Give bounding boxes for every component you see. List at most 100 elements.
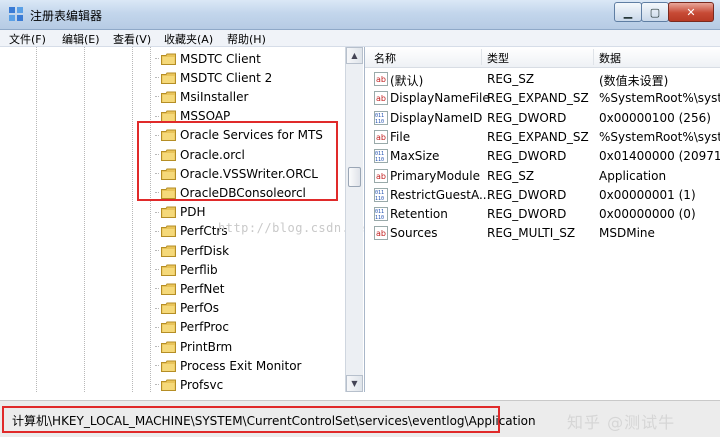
- value-row[interactable]: 011 110 Retention REG_DWORD 0x00000000 (0): [365, 205, 720, 224]
- value-row[interactable]: ab DisplayNameFile REG_EXPAND_SZ %SystemRoo…: [365, 89, 720, 108]
- binary-value-icon: 011110: [374, 149, 388, 164]
- value-name: Retention: [390, 207, 448, 222]
- value-data: 0x01400000 (209715: [599, 149, 720, 164]
- tree-item[interactable]: Oracle.VSSWriter.ORCL: [155, 164, 318, 183]
- value-row[interactable]: ab PrimaryModule REG_SZ Application: [365, 167, 720, 186]
- tree-connector: [155, 346, 159, 347]
- status-path: 计算机\HKEY_LOCAL_MACHINE\SYSTEM\CurrentCon…: [12, 414, 536, 428]
- value-name: PrimaryModule: [390, 168, 481, 183]
- tree-connector: [155, 77, 159, 79]
- binary-value-icon: 011110: [374, 207, 388, 222]
- menu-help[interactable]: 帮助(H): [227, 31, 266, 47]
- value-type: REG_EXPAND_SZ: [487, 91, 589, 106]
- tree-connector: [155, 384, 159, 386]
- title-bar: 注册表编辑器 ▁ ▢ ✕: [0, 0, 720, 30]
- tree-item[interactable]: PerfNet: [155, 279, 224, 298]
- value-row[interactable]: ab File REG_EXPAND_SZ %SystemRoot%\syst: [365, 128, 720, 147]
- tree-guide-line: [36, 47, 37, 392]
- value-row[interactable]: 011 110 DisplayNameID REG_DWORD 0x00000100 (…: [365, 109, 720, 128]
- tree-item-label: Process Exit Monitor: [180, 358, 302, 373]
- tree-item[interactable]: Perflib: [155, 260, 218, 279]
- svg-text:110: 110: [375, 157, 384, 163]
- tree-item-label: PerfProc: [180, 320, 229, 335]
- folder-icon: [161, 110, 176, 123]
- maximize-button[interactable]: ▢: [641, 2, 669, 22]
- tree-connector: [155, 230, 159, 232]
- value-type: REG_DWORD: [487, 187, 567, 202]
- folder-icon: [161, 264, 176, 276]
- folder-icon: [161, 72, 176, 84]
- close-button[interactable]: ✕: [668, 2, 714, 22]
- value-data: 0x00000001 (1): [599, 187, 696, 202]
- folder-icon: [161, 225, 176, 238]
- tree-connector: [155, 115, 159, 117]
- minimize-button[interactable]: ▁: [614, 2, 642, 22]
- tree-connector: [155, 96, 159, 98]
- tree-item-label: PrintBrm: [180, 339, 233, 354]
- tree-item[interactable]: PerfCtrs: [155, 222, 228, 241]
- tree-item[interactable]: Oracle Services for MTS: [155, 126, 323, 145]
- tree-item-label: OracleDBConsoleorcl: [180, 185, 306, 200]
- scroll-thumb[interactable]: [348, 167, 361, 187]
- tree-item[interactable]: MSDTC Client 2: [155, 68, 272, 87]
- tree-item[interactable]: MSDTC Client: [155, 49, 261, 68]
- scroll-up-button[interactable]: ▲: [346, 47, 363, 64]
- menu-view[interactable]: 查看(V): [113, 31, 151, 47]
- tree-item[interactable]: Oracle.orcl: [155, 145, 245, 164]
- column-name[interactable]: 名称: [374, 50, 396, 66]
- folder-icon: [161, 187, 176, 199]
- svg-text:ab: ab: [376, 94, 386, 103]
- svg-text:110: 110: [375, 196, 384, 202]
- value-type: REG_DWORD: [487, 110, 567, 125]
- tree-item-label: Perflib: [180, 262, 218, 277]
- value-row[interactable]: ab (默认) REG_SZ (数值未设置): [365, 70, 720, 89]
- column-divider[interactable]: [481, 49, 482, 65]
- string-value-icon: ab: [374, 91, 388, 106]
- string-value-icon: ab: [374, 129, 388, 144]
- tree-item[interactable]: PerfDisk: [155, 241, 229, 260]
- value-row[interactable]: ab Sources REG_MULTI_SZ MSDMine: [365, 224, 720, 243]
- tree-item[interactable]: MSSOAP: [155, 107, 230, 126]
- tree-item-label: MSSOAP: [180, 109, 231, 124]
- folder-icon: [161, 360, 176, 372]
- arrow-up-icon: ▲: [351, 51, 358, 60]
- svg-text:ab: ab: [376, 229, 386, 238]
- svg-text:ab: ab: [376, 133, 386, 142]
- registry-tree: MSDTC Client MSDTC Client 2 MsiInstaller MS…: [0, 47, 465, 394]
- column-divider[interactable]: [593, 49, 594, 65]
- tree-item[interactable]: OracleDBConsoleorcl: [155, 183, 306, 202]
- folder-icon: [161, 245, 176, 257]
- tree-scrollbar[interactable]: ▲ ▼: [345, 47, 363, 392]
- registry-editor-icon: [9, 7, 23, 21]
- menu-edit[interactable]: 编辑(E): [62, 31, 100, 47]
- tree-item[interactable]: PerfOs: [155, 299, 219, 318]
- tree-item[interactable]: MsiInstaller: [155, 87, 248, 106]
- value-data: 0x00000100 (256): [599, 110, 711, 125]
- column-data[interactable]: 数据: [599, 50, 621, 66]
- value-data: MSDMine: [599, 226, 655, 241]
- svg-text:ab: ab: [376, 75, 386, 84]
- folder-icon: [161, 302, 176, 315]
- status-bar: 计算机\HKEY_LOCAL_MACHINE\SYSTEM\CurrentCon…: [0, 400, 720, 437]
- binary-value-icon: 011110: [374, 110, 388, 125]
- menu-file[interactable]: 文件(F): [9, 31, 46, 47]
- arrow-down-icon: ▼: [351, 379, 358, 388]
- value-data: Application: [599, 168, 667, 183]
- tree-item[interactable]: Profsvc: [155, 375, 223, 394]
- tree-item[interactable]: Process Exit Monitor: [155, 356, 302, 375]
- value-row[interactable]: 011 110 RestrictGuestA... REG_DWORD 0x000000…: [365, 186, 720, 205]
- menu-favorites[interactable]: 收藏夹(A): [164, 31, 213, 47]
- value-type: REG_SZ: [487, 168, 535, 183]
- tree-item[interactable]: PrintBrm: [155, 337, 232, 356]
- value-row[interactable]: 011 110 MaxSize REG_DWORD 0x01400000 (209715: [365, 147, 720, 166]
- tree-item[interactable]: PerfProc: [155, 318, 229, 337]
- tree-item[interactable]: PDH: [155, 203, 206, 222]
- list-header: 名称 类型 数据: [365, 47, 720, 68]
- value-data: %SystemRoot%\syst: [599, 91, 720, 106]
- tree-connector: [155, 288, 159, 290]
- svg-text:110: 110: [375, 119, 384, 125]
- column-type[interactable]: 类型: [487, 50, 509, 66]
- tree-item-label: PerfOs: [180, 301, 220, 316]
- scroll-down-button[interactable]: ▼: [346, 375, 363, 392]
- value-data: %SystemRoot%\syst: [599, 129, 720, 144]
